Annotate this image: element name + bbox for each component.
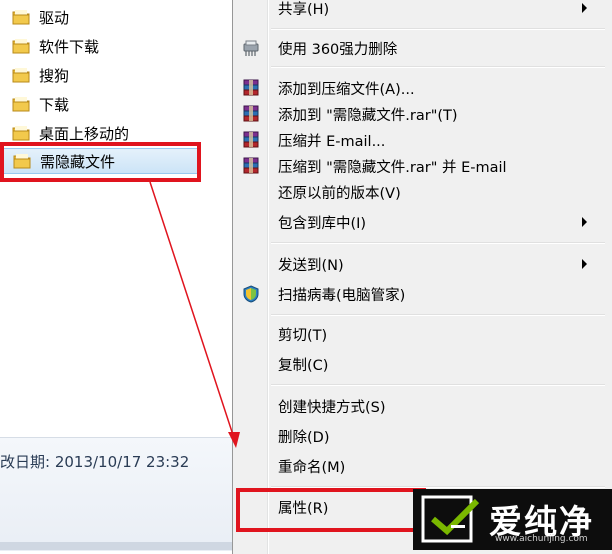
watermark-url: www.aichunjing.com [495, 534, 588, 544]
watermark: 爱纯净 www.aichunjing.com [413, 489, 612, 550]
annotation-arrow [149, 181, 240, 448]
watermark-logo-icon [421, 495, 480, 543]
